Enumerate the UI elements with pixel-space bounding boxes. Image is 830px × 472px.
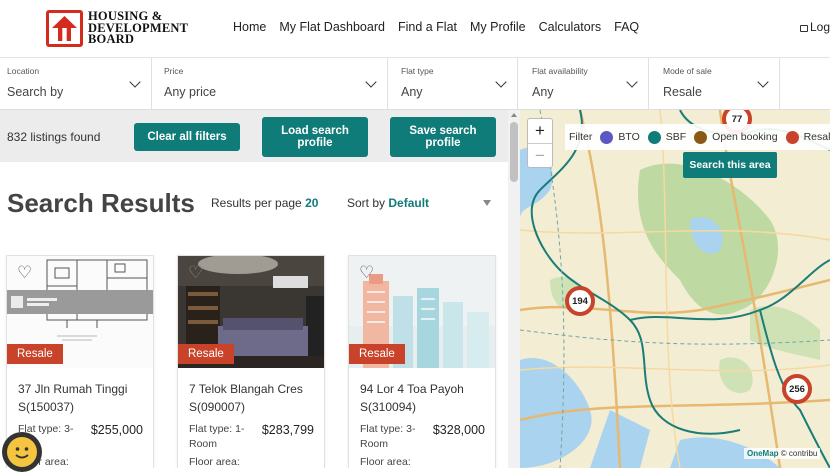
favourite-heart-icon[interactable]: ♡ <box>17 264 32 281</box>
results-per-page[interactable]: Results per page 20 <box>211 196 318 210</box>
listing-address[interactable]: 94 Lor 4 Toa Payoh S(310094) <box>360 380 490 416</box>
legend-filter-label: Filter <box>569 131 593 143</box>
listing-price: $255,000 <box>90 423 143 437</box>
map-zoom-control: + − <box>527 118 553 168</box>
nav-home[interactable]: Home <box>233 20 266 34</box>
nav-my-flat-dashboard[interactable]: My Flat Dashboard <box>279 20 385 34</box>
house-arrow-icon <box>46 10 83 47</box>
open-booking-dot-icon <box>694 130 708 144</box>
sort-by-select[interactable]: Sort by Default <box>347 196 429 210</box>
load-search-profile-button[interactable]: Load search profile <box>262 117 368 157</box>
logo-text: HOUSING & DEVELOPMENT BOARD <box>88 9 189 46</box>
nav-calculators[interactable]: Calculators <box>539 20 602 34</box>
favourite-heart-icon[interactable]: ♡ <box>359 264 374 281</box>
listing-flat-type: Flat type: 3-Room <box>360 423 416 450</box>
nav-faq[interactable]: FAQ <box>614 20 639 34</box>
results-toolbar: 832 listings found Clear all filters Loa… <box>0 110 508 162</box>
scroll-up-icon[interactable] <box>511 113 517 117</box>
chevron-down-icon <box>365 76 377 88</box>
chevron-down-icon <box>626 76 638 88</box>
hdb-logo[interactable]: HOUSING & DEVELOPMENT BOARD <box>46 10 206 48</box>
login-link[interactable]: Logi <box>800 20 830 34</box>
resale-dot-icon <box>785 130 799 144</box>
chevron-down-icon <box>495 76 507 88</box>
listing-flat-type: Flat type: 1-Room <box>189 423 245 450</box>
page-title: Search Results <box>7 188 195 218</box>
caret-down-icon[interactable] <box>483 200 491 206</box>
chevron-down-icon <box>129 76 141 88</box>
listing-price: $283,799 <box>261 423 314 437</box>
site-header: HOUSING & DEVELOPMENT BOARD Home My Flat… <box>0 0 830 58</box>
filter-bar: Location Search by Price Any price Flat … <box>0 58 830 110</box>
nav-find-a-flat[interactable]: Find a Flat <box>398 20 457 34</box>
zoom-in-button[interactable]: + <box>528 119 552 143</box>
results-scrollbar[interactable] <box>508 110 520 468</box>
sbf-dot-icon <box>647 130 661 144</box>
favourite-heart-icon[interactable]: ♡ <box>188 264 203 281</box>
lock-icon <box>800 25 808 32</box>
resale-badge: Resale <box>349 344 405 364</box>
listing-card[interactable]: ♡ Resale 7 Telok Blangah Cres S(090007) … <box>177 255 325 468</box>
results-pane: 832 listings found Clear all filters Loa… <box>0 110 508 468</box>
listing-address[interactable]: 37 Jln Rumah Tinggi S(150037) <box>18 380 148 416</box>
feedback-smiley-icon[interactable] <box>2 432 42 472</box>
listing-floor-area: Floor area: <box>360 456 411 468</box>
nav-my-profile[interactable]: My Profile <box>470 20 526 34</box>
map-legend: Filter BTO SBF Open booking Resale <box>565 124 830 150</box>
map-attribution: OneMap © contribu <box>744 448 821 459</box>
listing-card[interactable]: ♡ Resale 94 Lor 4 Toa Payoh S(310094) Fl… <box>348 255 496 468</box>
chevron-down-icon <box>757 76 769 88</box>
save-search-profile-button[interactable]: Save search profile <box>390 117 496 157</box>
zoom-out-button[interactable]: − <box>528 144 552 168</box>
listing-price: $328,000 <box>432 423 485 437</box>
clear-filters-button[interactable]: Clear all filters <box>134 123 240 151</box>
map-cluster-marker[interactable]: 256 <box>782 374 812 404</box>
flat-availability-filter[interactable]: Flat availability Any <box>525 58 649 110</box>
listing-address[interactable]: 7 Telok Blangah Cres S(090007) <box>189 380 319 416</box>
listings-count: 832 listings found <box>7 130 101 144</box>
mode-of-sale-filter[interactable]: Mode of sale Resale <box>656 58 780 110</box>
main-nav: Home My Flat Dashboard Find a Flat My Pr… <box>233 20 652 34</box>
resale-badge: Resale <box>7 344 63 364</box>
resale-badge: Resale <box>178 344 234 364</box>
location-filter[interactable]: Location Search by <box>0 58 152 110</box>
map-cluster-marker[interactable]: 194 <box>565 286 595 316</box>
search-this-area-button[interactable]: Search this area <box>683 152 777 178</box>
price-filter[interactable]: Price Any price <box>157 58 388 110</box>
listing-floor-area: Floor area: <box>189 456 240 468</box>
map-canvas <box>520 110 830 468</box>
flat-type-filter[interactable]: Flat type Any <box>394 58 518 110</box>
bto-dot-icon <box>600 130 614 144</box>
scrollbar-thumb[interactable] <box>510 122 518 182</box>
map-view[interactable]: 77 194 256 <box>520 110 830 468</box>
